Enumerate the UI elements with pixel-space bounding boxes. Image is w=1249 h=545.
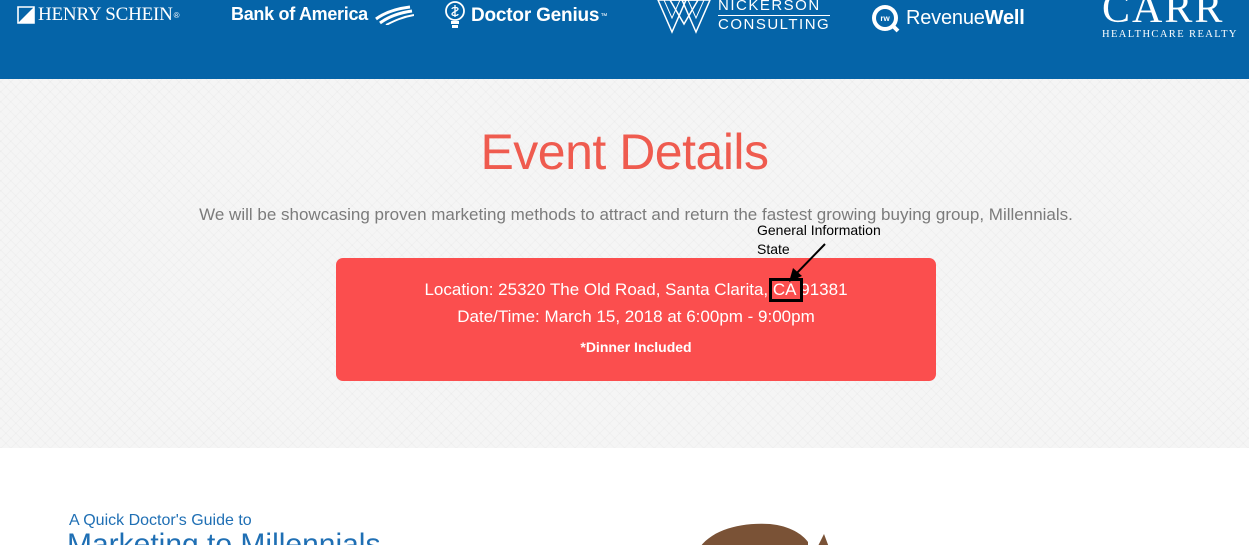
registered-mark: ®: [173, 10, 180, 20]
doctor-genius-logo[interactable]: Doctor Genius ™: [444, 0, 607, 32]
event-title: Event Details: [480, 124, 769, 180]
annotation-highlight-box: [769, 278, 803, 302]
bank-of-america-name: Bank of America: [231, 4, 368, 24]
doctor-genius-name: Doctor Genius: [471, 5, 600, 26]
nickerson-line2: CONSULTING: [718, 15, 831, 33]
revenuewell-name-bold: Well: [984, 6, 1025, 29]
event-datetime: Date/Time: March 15, 2018 at 6:00pm - 9:…: [457, 307, 815, 326]
revenuewell-badge-text: rw: [880, 14, 890, 23]
flag-icon: [374, 5, 414, 25]
bank-of-america-logo[interactable]: Bank of America: [231, 4, 414, 25]
carr-logo[interactable]: CARR HEALTHCARE REALTY: [1102, 0, 1238, 40]
revenuewell-logo[interactable]: rw RevenueWell: [870, 3, 1025, 33]
nickerson-triangles-icon: [657, 0, 711, 34]
event-info-card: Location: 25320 The Old Road, Santa Clar…: [336, 258, 936, 381]
guide-illustration-icon: [701, 523, 829, 545]
event-location: Location: 25320 The Old Road, Santa Clar…: [424, 280, 848, 299]
event-dinner-note: *Dinner Included: [580, 339, 692, 355]
nickerson-line1: NICKERSON: [718, 0, 831, 16]
revenuewell-name: RevenueWell: [906, 7, 1025, 30]
carr-tagline: HEALTHCARE REALTY: [1102, 29, 1238, 40]
event-description: We will be showcasing proven marketing m…: [199, 205, 1073, 224]
revenuewell-badge-icon: rw: [872, 5, 900, 33]
henry-schein-shield-icon: [17, 6, 35, 24]
henry-schein-name: HENRY SCHEIN: [38, 4, 173, 25]
lightbulb-icon: [445, 1, 465, 28]
trademark-mark: ™: [600, 12, 608, 20]
nickerson-consulting-logo[interactable]: NICKERSON CONSULTING: [656, 0, 831, 36]
event-details-section: Event Details We will be showcasing prov…: [0, 79, 1249, 448]
annotation-line1: General Information: [757, 222, 881, 238]
sponsor-bar: HENRY SCHEIN ® Bank of America Doctor Gen…: [0, 0, 1249, 79]
revenuewell-name-light: Revenue: [906, 6, 985, 29]
nickerson-wordmark: NICKERSON CONSULTING: [718, 0, 831, 34]
henry-schein-logo[interactable]: HENRY SCHEIN ®: [16, 4, 180, 26]
carr-name: CARR: [1102, 0, 1225, 32]
guide-title[interactable]: Marketing to Millennials: [67, 528, 380, 545]
